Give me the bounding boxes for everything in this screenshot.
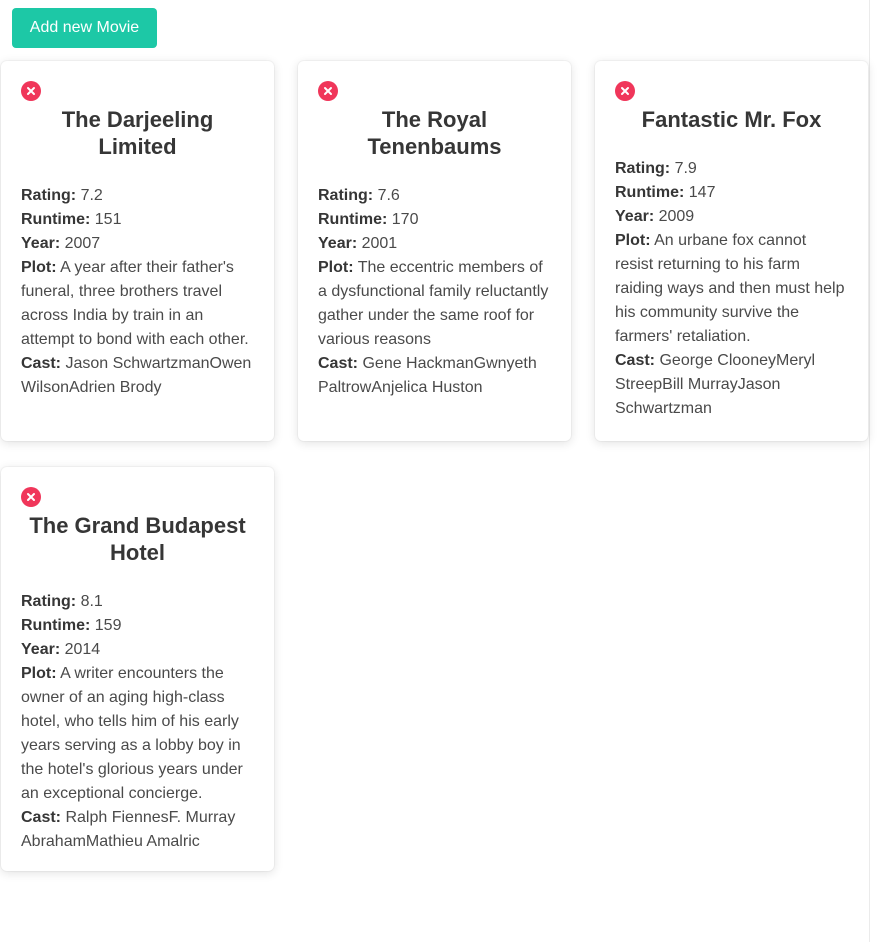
plot-row: Plot: A writer encounters the owner of a… [21, 662, 254, 806]
runtime-value: 147 [688, 184, 716, 201]
delete-movie-button[interactable] [21, 487, 41, 507]
close-icon [324, 87, 332, 95]
plot-row: Plot: The eccentric members of a dysfunc… [318, 256, 551, 352]
runtime-label: Runtime: [615, 184, 685, 201]
rating-row: Rating: 7.9 [615, 157, 848, 181]
movie-card: The Darjeeling Limited Rating: 7.2 Runti… [1, 61, 274, 441]
movie-details: Rating: 8.1 Runtime: 159 Year: 2014 Plot… [21, 590, 254, 854]
movie-card: The Royal Tenenbaums Rating: 7.6 Runtime… [298, 61, 571, 441]
year-value: 2009 [658, 208, 695, 225]
rating-value: 7.2 [80, 187, 103, 204]
runtime-value: 159 [94, 617, 122, 634]
movie-title: The Royal Tenenbaums [367, 107, 502, 159]
rating-row: Rating: 7.2 [21, 184, 254, 208]
year-row: Year: 2001 [318, 232, 551, 256]
page-edge-divider [869, 0, 870, 942]
cast-row: Cast: Gene HackmanGwnyeth PaltrowAnjelic… [318, 352, 551, 400]
year-value: 2001 [361, 235, 398, 252]
cast-row: Cast: Ralph FiennesF. Murray AbrahamMath… [21, 806, 254, 854]
add-movie-button[interactable]: Add new Movie [12, 8, 157, 48]
rating-label: Rating: [21, 593, 77, 610]
rating-label: Rating: [21, 187, 77, 204]
rating-value: 7.6 [377, 187, 400, 204]
year-label: Year: [21, 641, 61, 658]
year-row: Year: 2007 [21, 232, 254, 256]
delete-movie-button[interactable] [318, 81, 338, 101]
year-value: 2007 [64, 235, 101, 252]
runtime-label: Runtime: [21, 617, 91, 634]
runtime-label: Runtime: [21, 211, 91, 228]
rating-value: 7.9 [674, 160, 697, 177]
rating-row: Rating: 7.6 [318, 184, 551, 208]
plot-value: A writer encounters the owner of an agin… [21, 665, 243, 802]
close-icon [27, 493, 35, 501]
plot-label: Plot: [21, 665, 57, 682]
year-label: Year: [318, 235, 358, 252]
delete-movie-button[interactable] [21, 81, 41, 101]
movie-details: Rating: 7.2 Runtime: 151 Year: 2007 Plot… [21, 184, 254, 400]
runtime-value: 151 [94, 211, 122, 228]
rating-row: Rating: 8.1 [21, 590, 254, 614]
cast-row: Cast: Jason SchwartzmanOwen WilsonAdrien… [21, 352, 254, 400]
cast-row: Cast: George ClooneyMeryl StreepBill Mur… [615, 349, 848, 421]
movie-card: Fantastic Mr. Fox Rating: 7.9 Runtime: 1… [595, 61, 868, 441]
runtime-value: 170 [391, 211, 419, 228]
runtime-row: Runtime: 159 [21, 614, 254, 638]
plot-label: Plot: [318, 259, 354, 276]
cast-label: Cast: [21, 355, 62, 372]
movie-title: The Darjeeling Limited [61, 107, 214, 159]
movie-details: Rating: 7.9 Runtime: 147 Year: 2009 Plot… [615, 157, 848, 421]
cast-label: Cast: [615, 352, 656, 369]
runtime-label: Runtime: [318, 211, 388, 228]
delete-movie-button[interactable] [615, 81, 635, 101]
year-value: 2014 [64, 641, 101, 658]
plot-label: Plot: [21, 259, 57, 276]
runtime-row: Runtime: 151 [21, 208, 254, 232]
runtime-row: Runtime: 170 [318, 208, 551, 232]
movie-details: Rating: 7.6 Runtime: 170 Year: 2001 Plot… [318, 184, 551, 400]
rating-label: Rating: [318, 187, 374, 204]
rating-label: Rating: [615, 160, 671, 177]
movie-title: The Grand Budapest Hotel [29, 513, 246, 565]
movie-title: Fantastic Mr. Fox [641, 107, 822, 132]
year-row: Year: 2014 [21, 638, 254, 662]
plot-row: Plot: An urbane fox cannot resist return… [615, 229, 848, 349]
cast-label: Cast: [318, 355, 359, 372]
plot-label: Plot: [615, 232, 651, 249]
year-label: Year: [21, 235, 61, 252]
plot-row: Plot: A year after their father's funera… [21, 256, 254, 352]
rating-value: 8.1 [80, 593, 103, 610]
close-icon [621, 87, 629, 95]
movie-card: The Grand Budapest Hotel Rating: 8.1 Run… [1, 467, 274, 871]
cast-label: Cast: [21, 809, 62, 826]
close-icon [27, 87, 35, 95]
year-row: Year: 2009 [615, 205, 848, 229]
year-label: Year: [615, 208, 655, 225]
runtime-row: Runtime: 147 [615, 181, 848, 205]
